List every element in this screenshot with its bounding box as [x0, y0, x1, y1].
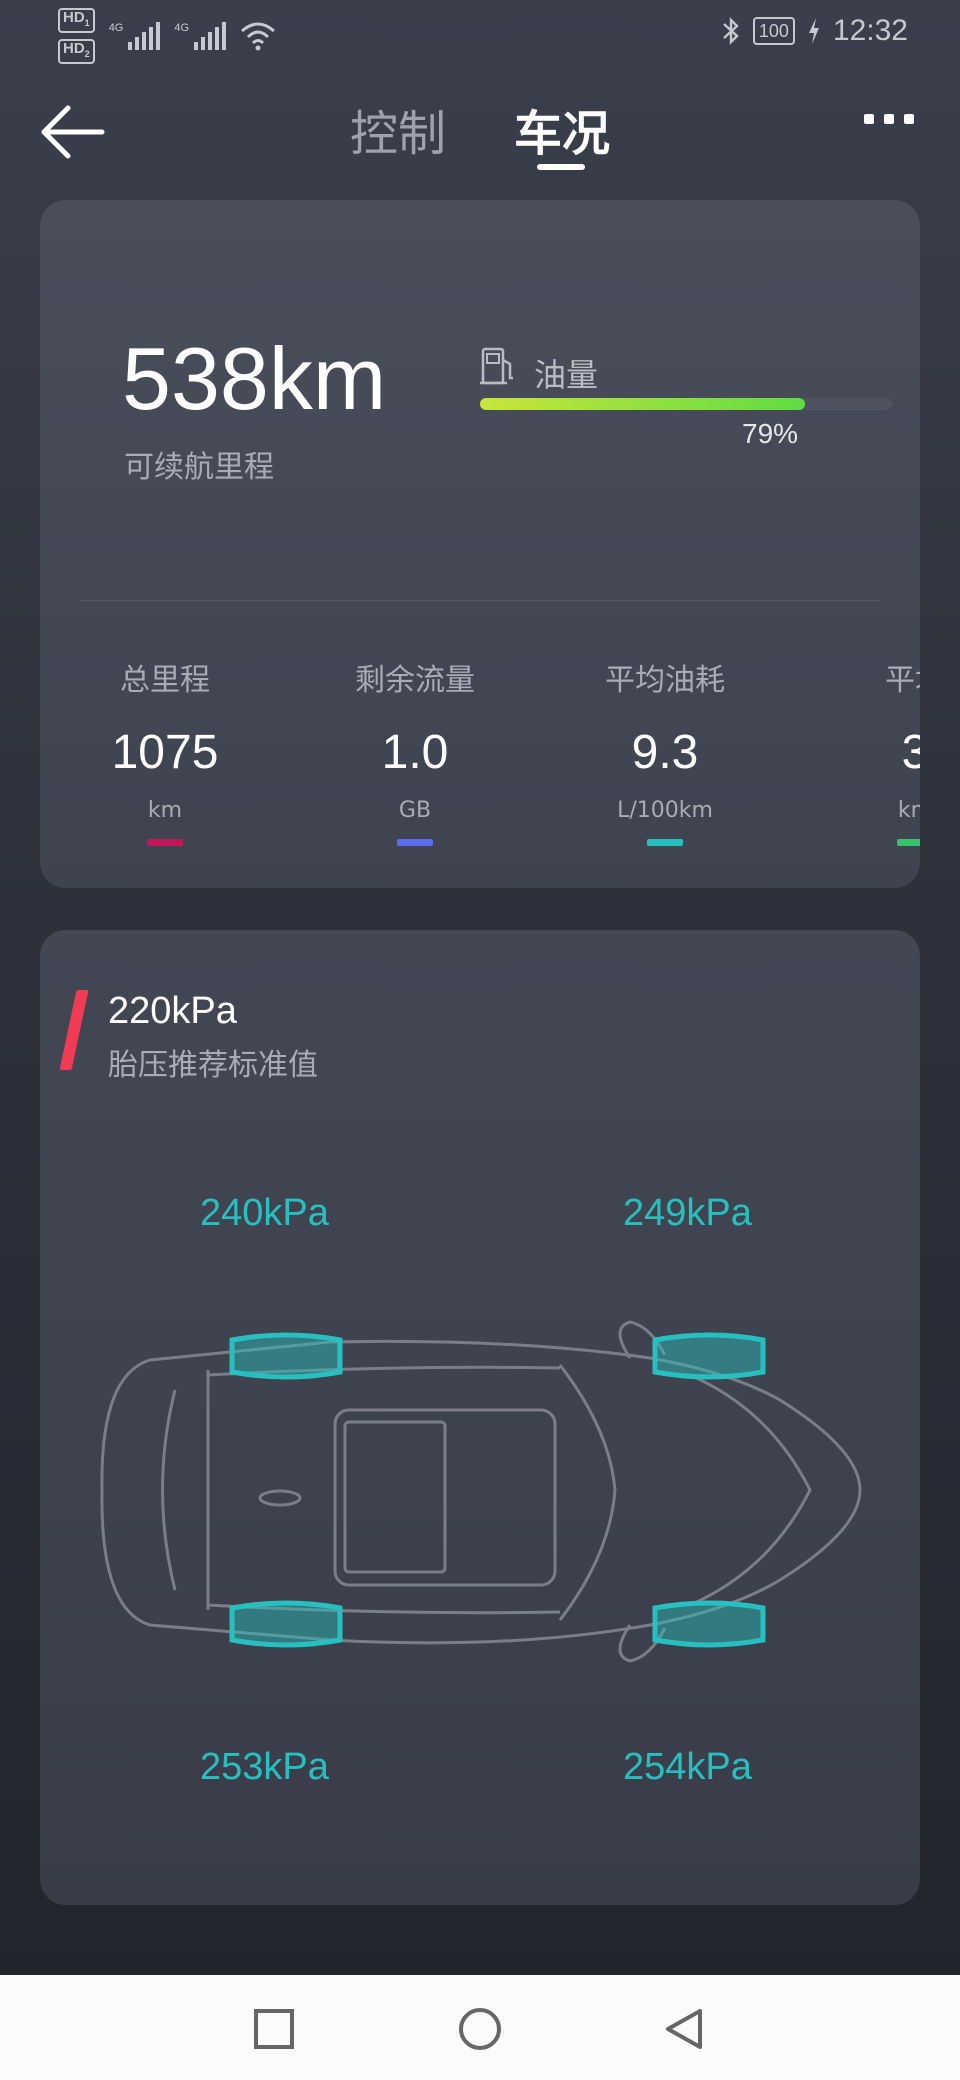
system-navigation-bar — [0, 1975, 960, 2080]
stat-avg-fuel[interactable]: 平均油耗 9.3 L/100km — [555, 655, 775, 846]
recommend-marker — [59, 990, 89, 1070]
hd-badge-1: HD1 — [58, 8, 95, 33]
stat-value: 3 — [901, 726, 920, 779]
tab-vehicle-status[interactable]: 车况 — [514, 94, 610, 164]
stat-remaining-data[interactable]: 剩余流量 1.0 GB — [305, 655, 525, 846]
stat-avg-partial[interactable]: 平均 3 km — [805, 655, 920, 846]
fuel-level-bar — [480, 398, 892, 410]
stat-color-bar — [397, 839, 433, 846]
divider — [80, 600, 880, 601]
recommended-pressure-value: 220kPa — [108, 990, 237, 1032]
fuel-pump-icon — [480, 347, 513, 385]
charging-icon — [808, 18, 819, 44]
status-left: HD1 HD2 4G 4G — [58, 8, 276, 64]
stat-unit: GB — [398, 798, 432, 823]
stat-label: 平均油耗 — [605, 663, 725, 698]
network-type-1: 4G — [108, 22, 124, 34]
tire-rear-right — [652, 1600, 766, 1648]
signal-icon-2: 4G — [174, 22, 227, 50]
battery-indicator: 100 — [752, 17, 795, 45]
stats-row: 总里程 1075 km 剩余流量 1.0 GB 平均油耗 9.3 L/100km… — [40, 655, 920, 855]
triangle-back-icon[interactable] — [660, 2005, 708, 2053]
circle-nav-icon[interactable] — [456, 2005, 504, 2053]
stat-label: 平均 — [885, 663, 920, 698]
recommended-pressure-label: 胎压推荐标准值 — [108, 1048, 318, 1083]
square-nav-icon[interactable] — [250, 2005, 298, 2053]
range-value: 538km — [122, 329, 387, 428]
tire-pressure-card: 220kPa 胎压推荐标准值 240kPa 249kPa 253kPa 254k… — [40, 930, 920, 1905]
stat-label: 剩余流量 — [355, 663, 475, 698]
tire-front-right — [652, 1332, 766, 1380]
hd-badge-2: HD2 — [58, 39, 95, 64]
range-label: 可续航里程 — [124, 450, 274, 485]
tire-front-right-pressure: 249kPa — [623, 1192, 752, 1234]
stat-color-bar — [647, 839, 683, 846]
stat-color-bar — [147, 839, 183, 846]
stat-unit: L/100km — [617, 798, 713, 823]
fuel-label: 油量 — [534, 356, 599, 394]
tire-front-left — [229, 1332, 343, 1380]
fuel-level-fill — [480, 398, 806, 410]
tire-rear-left — [229, 1600, 343, 1648]
bluetooth-icon — [723, 17, 739, 45]
network-type-2: 4G — [174, 22, 190, 34]
signal-icon-1: 4G — [109, 22, 161, 50]
hd-indicators: HD1 HD2 — [58, 8, 95, 64]
stat-value: 9.3 — [631, 726, 699, 779]
overview-card: 538km 可续航里程 油量 79% 总里程 1075 km 剩余流量 1.0 … — [40, 200, 920, 888]
status-bar: HD1 HD2 4G 4G 100 12:32 — [0, 0, 960, 64]
more-icon[interactable] — [864, 114, 914, 124]
fuel-percent: 79% — [742, 418, 799, 449]
tire-rear-left-pressure: 253kPa — [200, 1746, 329, 1788]
stat-label: 总里程 — [120, 663, 210, 698]
car-top-view — [100, 1320, 862, 1663]
tab-control[interactable]: 控制 — [350, 94, 446, 164]
stat-unit: km — [147, 798, 183, 823]
clock: 12:32 — [832, 14, 908, 47]
app-bar: 控制 车况 — [0, 84, 960, 184]
status-right: 100 12:32 — [721, 14, 908, 48]
back-arrow-icon[interactable] — [38, 102, 108, 162]
stat-total-mileage[interactable]: 总里程 1075 km — [55, 655, 275, 846]
wifi-icon — [241, 22, 276, 51]
stat-unit: km — [897, 798, 920, 823]
tire-front-left-pressure: 240kPa — [200, 1192, 329, 1234]
stat-value: 1.0 — [381, 726, 449, 779]
active-tab-indicator — [537, 164, 585, 170]
stat-color-bar — [897, 839, 920, 846]
tire-rear-right-pressure: 254kPa — [623, 1746, 752, 1788]
stat-value: 1075 — [111, 726, 219, 779]
